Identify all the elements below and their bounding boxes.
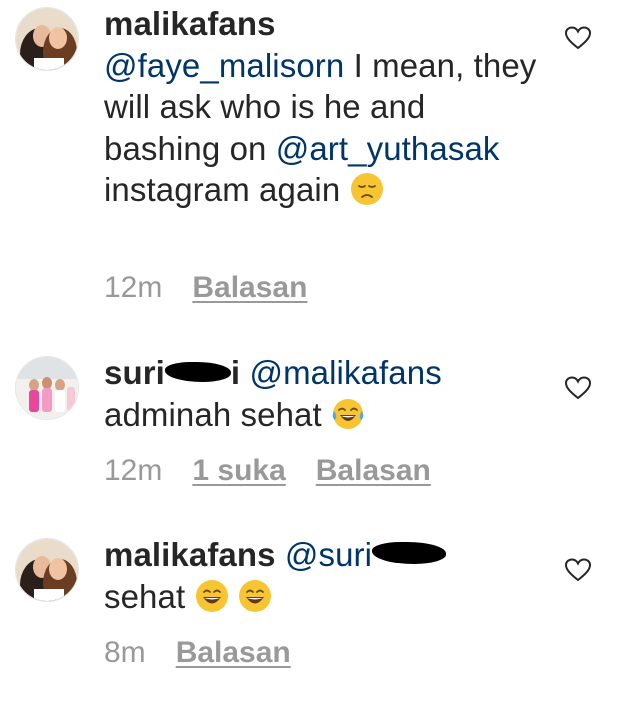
disappointed-face-icon [350,173,383,205]
avatar[interactable] [15,538,79,602]
comment-body-text: sehat [104,577,195,615]
mention-link[interactable]: @suri [285,536,447,573]
redaction-scribble [372,542,447,564]
comment-meta: 8m Balasan [104,636,321,670]
avatar[interactable] [15,7,79,71]
mention-link[interactable]: @malikafans [249,354,441,391]
comment-text: malikafans @suri sehat [104,534,544,617]
likes-count-link[interactable]: 1 suka [192,454,285,487]
comment-username[interactable]: malikafans [104,536,276,573]
mention-link[interactable]: @art_yuthasak [276,130,500,167]
mention-link[interactable]: @faye_malisorn [104,47,344,84]
comment-body-text: instagram again [104,171,350,208]
comment-timestamp: 12m [104,271,163,304]
comment-timestamp: 12m [104,454,163,487]
comment-username[interactable]: suri i [104,354,240,391]
redaction-scribble [164,362,231,382]
tears-of-joy-icon [332,398,364,429]
reply-button[interactable]: Balasan [176,636,291,669]
like-heart-icon[interactable] [565,376,591,400]
comment-text: suri i @malikafans adminah sehat [104,352,544,435]
comment-timestamp: 8m [104,636,146,669]
comment-username[interactable]: malikafans [104,5,276,42]
avatar[interactable] [15,356,79,420]
comment-meta: 12m Balasan [104,271,337,305]
reply-button[interactable]: Balasan [316,454,431,487]
like-heart-icon[interactable] [565,558,591,582]
grinning-face-icon [238,579,271,612]
like-heart-icon[interactable] [565,26,591,50]
comment-meta: 12m 1 suka Balasan [104,454,461,488]
grinning-face-icon [195,579,228,612]
comment-text: malikafans @faye_malisorn I mean, they w… [104,3,544,211]
comment-body-text: adminah sehat [104,395,332,433]
reply-button[interactable]: Balasan [192,271,307,304]
